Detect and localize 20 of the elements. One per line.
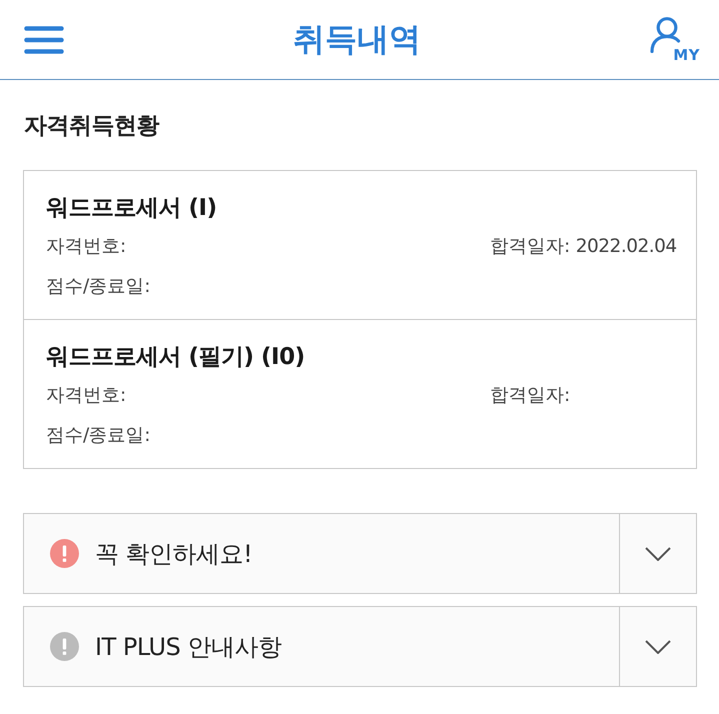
page-title: 취득내역 (293, 18, 421, 60)
notice-title: IT PLUS 안내사항 (95, 632, 282, 662)
section-title: 자격취득현황 (24, 112, 160, 141)
notice-title: 꼭 확인하세요! (95, 538, 252, 570)
score-end-date-label: 점수/종료일: (46, 425, 150, 446)
certificate-name: 워드프로세서 (필기) (I0) (46, 344, 305, 370)
alert-icon (50, 632, 79, 661)
chevron-down-icon (645, 640, 671, 654)
pass-date-label: 합격일자: (490, 235, 570, 259)
alert-icon (50, 539, 79, 568)
pass-date-value: 2022.02.04 (576, 235, 677, 259)
menu-icon (24, 26, 64, 54)
my-page-button[interactable]: MY (650, 16, 700, 62)
certificate-name: 워드프로세서 (I) (46, 195, 217, 221)
certificate-number-label: 자격번호: (46, 385, 126, 406)
score-end-date-label: 점수/종료일: (46, 276, 150, 297)
chevron-down-icon (645, 546, 671, 560)
menu-button[interactable] (24, 26, 64, 54)
certificate-number-label: 자격번호: (46, 236, 126, 257)
pass-date-label: 합격일자: (490, 384, 570, 408)
